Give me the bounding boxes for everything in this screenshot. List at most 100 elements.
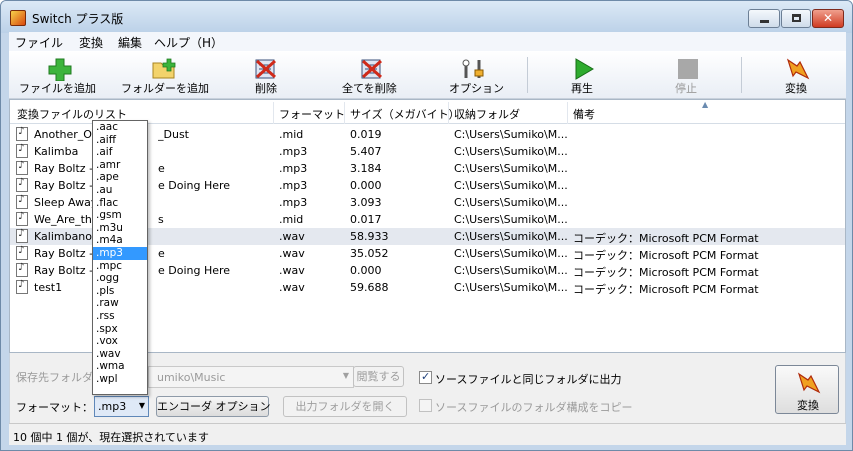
chevron-down-icon: ▼ — [138, 401, 145, 410]
file-folder: C:\Users\Sumiko\M... — [454, 264, 568, 277]
column-divider[interactable] — [273, 102, 274, 124]
menu-convert[interactable]: 変換 — [79, 34, 103, 51]
format-option[interactable]: .m3u — [93, 222, 147, 235]
same-folder-label[interactable]: ソースファイルと同じフォルダに出力 — [435, 371, 621, 387]
file-format: .wav — [279, 281, 305, 294]
options-button[interactable]: オプション — [449, 51, 504, 99]
column-header-format[interactable]: フォーマット — [279, 106, 345, 122]
file-format: .mid — [279, 128, 304, 141]
file-name: Ray Boltz - W — [34, 264, 94, 277]
file-name-tail: s — [158, 213, 164, 226]
format-option[interactable]: .amr — [93, 159, 147, 172]
format-option[interactable]: .m4a — [93, 234, 147, 247]
toolbar: ファイルを追加 フォルダーを追加 削除 全てを削除 オプション 再生 停止 変換 — [9, 51, 846, 99]
stop-button[interactable]: 停止 — [673, 51, 703, 99]
file-name: test1 — [34, 281, 63, 294]
audio-file-icon — [16, 143, 28, 158]
close-icon: ✕ — [822, 11, 834, 25]
format-option[interactable]: .aif — [93, 146, 147, 159]
format-option[interactable]: .wpl — [93, 373, 147, 386]
column-header-note[interactable]: 備考 — [573, 106, 595, 122]
stop-label: 停止 — [675, 82, 697, 95]
format-option[interactable]: .mp3 — [93, 246, 147, 260]
add-file-icon — [48, 58, 72, 81]
audio-file-icon — [16, 279, 28, 294]
chevron-down-icon: ▼ — [342, 371, 349, 380]
file-note: コーデック：Microsoft PCM Format — [573, 249, 759, 262]
add-file-button[interactable]: ファイルを追加 — [19, 51, 96, 99]
convert-button[interactable]: 変換 — [775, 365, 839, 414]
audio-file-icon — [16, 211, 28, 226]
file-format: .wav — [279, 264, 305, 277]
column-header-size[interactable]: サイズ（メガバイト） — [350, 106, 460, 122]
format-option[interactable]: .mpc — [93, 260, 147, 273]
format-option[interactable]: .vox — [93, 335, 147, 348]
format-option[interactable]: .wav — [93, 348, 147, 361]
format-option[interactable]: .aiff — [93, 134, 147, 147]
file-size: 0.000 — [350, 264, 382, 277]
menu-help[interactable]: ヘルプ（H） — [154, 34, 223, 51]
delete-button[interactable]: 削除 — [249, 51, 285, 99]
title-bar[interactable]: Switch プラス版 ✕ — [1, 1, 852, 33]
format-option[interactable]: .pls — [93, 285, 147, 298]
file-name: Ray Boltz - S — [34, 162, 94, 175]
format-option[interactable]: .gsm — [93, 209, 147, 222]
format-option[interactable]: .rss — [93, 310, 147, 323]
column-divider[interactable] — [567, 102, 568, 124]
save-folder-combobox[interactable]: umiko\Music ▼ — [148, 366, 354, 388]
file-folder: C:\Users\Sumiko\M... — [454, 247, 568, 260]
file-name: We_Are_the_ — [34, 213, 94, 226]
convert-toolbar-button[interactable]: 変換 — [783, 51, 813, 99]
format-option[interactable]: .aac — [93, 121, 147, 134]
options-label: オプション — [449, 82, 504, 95]
menu-edit[interactable]: 編集 — [118, 34, 142, 51]
maximize-button[interactable] — [781, 9, 811, 28]
convert-icon — [797, 372, 821, 394]
file-folder: C:\Users\Sumiko\M... — [454, 230, 568, 243]
file-size: 3.184 — [350, 162, 382, 175]
column-divider[interactable] — [344, 102, 345, 124]
copy-structure-label[interactable]: ソースファイルのフォルダ構成をコピー — [435, 399, 632, 415]
format-option[interactable]: .flac — [93, 197, 147, 210]
toolbar-separator — [527, 57, 528, 93]
file-name-tail: e — [158, 247, 165, 260]
format-option[interactable]: .spx — [93, 323, 147, 336]
window-title: Switch プラス版 — [32, 12, 124, 26]
open-output-folder-button[interactable]: 出力フォルダを開く — [283, 396, 407, 417]
add-folder-icon — [152, 58, 176, 79]
audio-file-icon — [16, 262, 28, 277]
menu-file[interactable]: ファイル — [15, 34, 63, 51]
format-option[interactable]: .raw — [93, 297, 147, 310]
format-option[interactable]: .au — [93, 184, 147, 197]
encoder-options-button[interactable]: エンコーダ オプション — [156, 396, 271, 417]
add-folder-button[interactable]: フォルダーを追加 — [121, 51, 209, 99]
status-text: 10 個中 1 個が、現在選択されています — [13, 431, 209, 444]
play-button[interactable]: 再生 — [569, 51, 599, 99]
format-option[interactable]: .ape — [93, 171, 147, 184]
file-format: .wav — [279, 230, 305, 243]
delete-all-label: 全てを削除 — [342, 82, 397, 95]
copy-structure-checkbox[interactable] — [419, 399, 432, 412]
file-folder: C:\Users\Sumiko\M... — [454, 128, 568, 141]
save-folder-label: 保存先フォルダ： — [16, 371, 104, 384]
format-option[interactable]: .ogg — [93, 272, 147, 285]
format-select[interactable]: .mp3 ▼ — [94, 396, 149, 417]
close-button[interactable]: ✕ — [812, 9, 844, 28]
minimize-button[interactable] — [748, 9, 780, 28]
delete-all-button[interactable]: 全てを削除 — [342, 51, 402, 99]
stop-icon — [678, 59, 698, 79]
file-note: コーデック：Microsoft PCM Format — [573, 283, 759, 296]
file-note: コーデック：Microsoft PCM Format — [573, 232, 759, 245]
status-bar: 10 個中 1 個が、現在選択されています — [9, 423, 846, 445]
column-divider[interactable] — [448, 102, 449, 124]
file-folder: C:\Users\Sumiko\M... — [454, 162, 568, 175]
browse-button[interactable]: 閲覧する — [353, 366, 404, 387]
format-option[interactable]: .wma — [93, 360, 147, 373]
column-header-folder[interactable]: 収納フォルダ — [454, 106, 520, 122]
format-dropdown-list[interactable]: .aac .aiff .aif .amr .ape .au .flac .gsm .m3u .m4… — [92, 120, 148, 395]
maximize-icon — [792, 14, 801, 22]
file-format: .wav — [279, 247, 305, 260]
file-format: .mp3 — [279, 179, 308, 192]
same-folder-checkbox[interactable] — [419, 370, 432, 384]
convert-icon — [786, 58, 810, 80]
